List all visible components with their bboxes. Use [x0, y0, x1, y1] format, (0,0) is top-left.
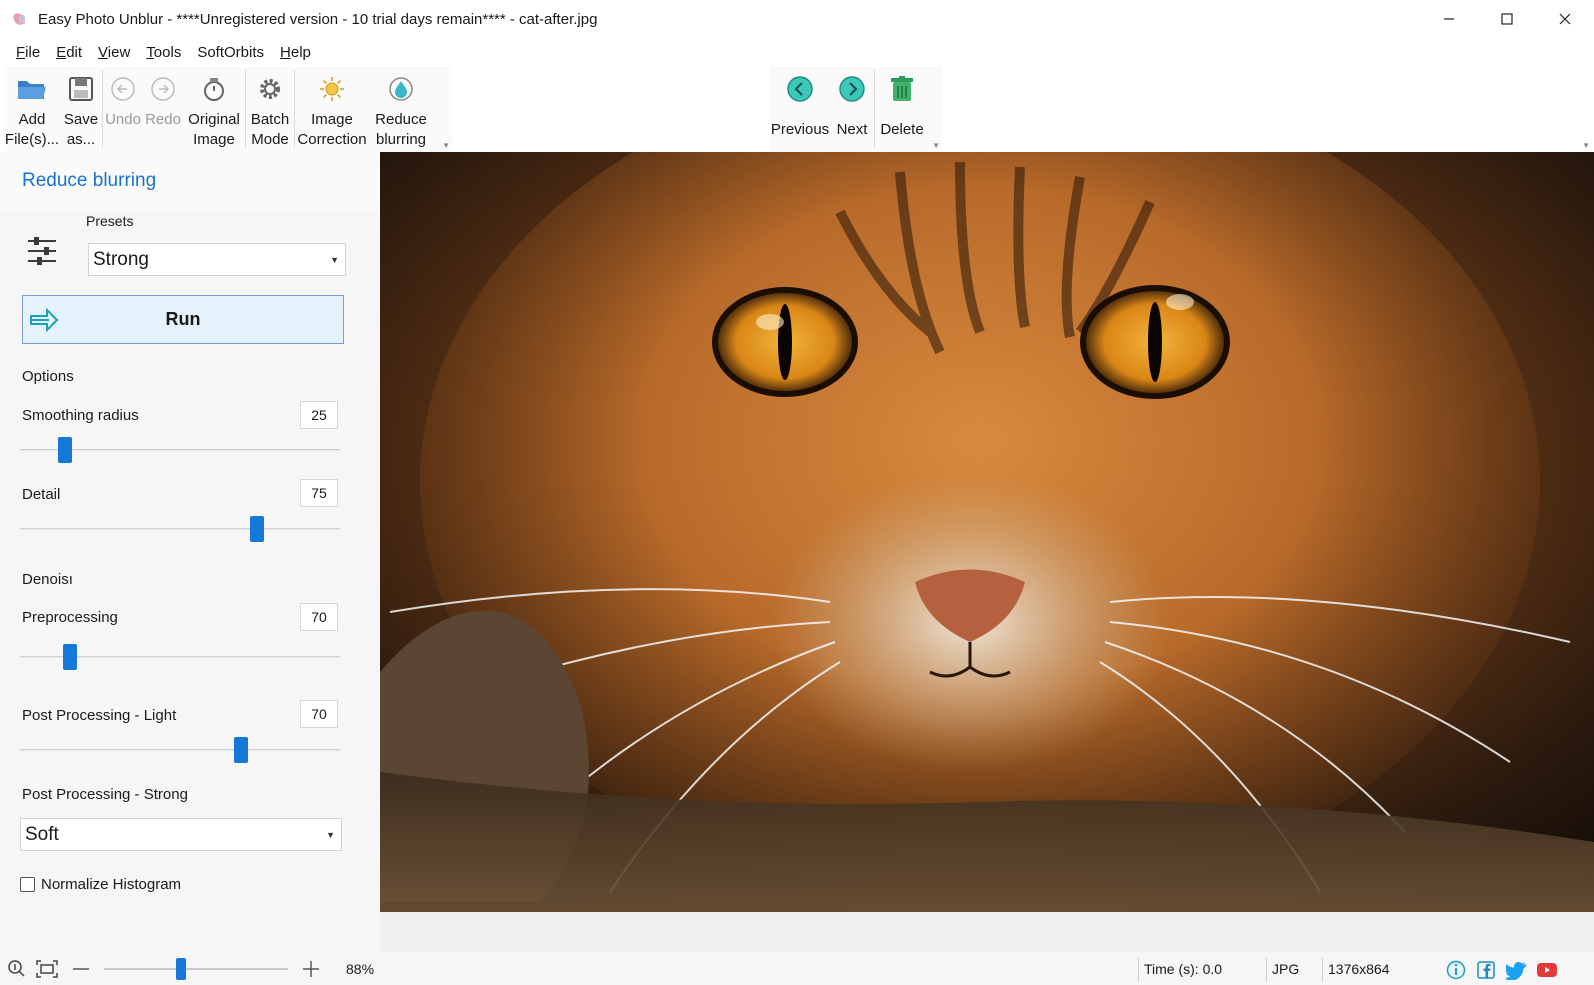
redo-arrow-icon: [146, 72, 180, 106]
preprocessing-value[interactable]: 70: [300, 603, 338, 631]
preprocessing-slider[interactable]: [20, 644, 340, 670]
post-light-value[interactable]: 70: [300, 700, 338, 728]
fit-to-screen-icon[interactable]: [36, 960, 58, 981]
menu-edit[interactable]: Edit: [48, 44, 90, 61]
sun-icon: [315, 72, 349, 106]
arrow-right-icon: [29, 307, 59, 333]
slider-thumb[interactable]: [233, 737, 248, 763]
reduce-blurring-panel: Reduce blurring Presets Strong ▼ Run Opt…: [0, 152, 380, 952]
post-light-slider[interactable]: [20, 737, 340, 763]
normalize-histogram-label[interactable]: Normalize Histogram: [41, 876, 181, 893]
menu-help[interactable]: Help: [272, 44, 319, 61]
toolbar-overflow-icon[interactable]: ▼: [442, 141, 450, 150]
image-format: JPG: [1272, 961, 1300, 977]
menu-bar: File Edit View Tools SoftOrbits Help: [0, 38, 1594, 66]
save-as-button[interactable]: Save as...: [60, 66, 102, 152]
toolbar-group-navigation: Previous Next Delete ▼: [770, 66, 942, 152]
title-bar: Easy Photo Unblur - ****Unregistered ver…: [0, 0, 1594, 38]
detail-value[interactable]: 75: [300, 479, 338, 507]
undo-arrow-icon: [106, 72, 140, 106]
detail-label: Detail: [22, 486, 61, 503]
youtube-icon[interactable]: [1536, 960, 1558, 983]
toolbar: Add File(s)... Save as... Undo Redo Orig…: [0, 66, 1594, 152]
options-label: Options: [22, 368, 74, 385]
menu-tools[interactable]: Tools: [138, 44, 189, 61]
post-strong-label: Post Processing - Strong: [22, 786, 188, 803]
delete-button[interactable]: Delete: [875, 66, 929, 152]
original-image-icon: [197, 72, 231, 106]
previous-button[interactable]: Previous: [770, 66, 830, 152]
cat-photo-graphic: [380, 152, 1594, 912]
smoothing-radius-label: Smoothing radius: [22, 407, 139, 424]
status-bar: 88% Time (s): 0.0 JPG 1376x864: [0, 952, 1594, 985]
detail-slider[interactable]: [20, 516, 340, 542]
zoom-in-icon[interactable]: [302, 960, 320, 981]
slider-thumb[interactable]: [249, 516, 264, 542]
batch-mode-button[interactable]: Batch Mode: [246, 66, 294, 152]
chevron-right-circle-icon: [835, 72, 869, 106]
next-button[interactable]: Next: [830, 66, 874, 152]
twitter-icon[interactable]: [1503, 960, 1528, 983]
facebook-icon[interactable]: [1476, 960, 1496, 983]
add-files-button[interactable]: Add File(s)...: [4, 66, 60, 152]
zoom-info-icon[interactable]: [8, 960, 26, 981]
sliders-icon: [26, 236, 58, 266]
presets-dropdown[interactable]: Strong ▼: [88, 243, 346, 276]
post-light-label: Post Processing - Light: [22, 707, 177, 724]
chevron-left-circle-icon: [783, 72, 817, 106]
window-controls: [1420, 0, 1594, 38]
denoise-label: Denoisı: [22, 571, 73, 588]
image-viewer[interactable]: [380, 152, 1594, 953]
app-window: Easy Photo Unblur - ****Unregistered ver…: [0, 0, 1594, 985]
original-image-button[interactable]: Original Image: [183, 66, 245, 152]
minimize-icon: [1444, 18, 1454, 20]
toolbar-group-main: Add File(s)... Save as... Undo Redo Orig…: [4, 66, 452, 152]
slider-thumb[interactable]: [62, 644, 77, 670]
chevron-down-icon: ▼: [326, 829, 335, 840]
zoom-slider[interactable]: [104, 968, 288, 970]
smoothing-radius-slider[interactable]: [20, 437, 340, 463]
menu-file[interactable]: File: [8, 44, 48, 61]
maximize-icon: [1501, 13, 1513, 25]
smoothing-radius-value[interactable]: 25: [300, 401, 338, 429]
menu-view[interactable]: View: [90, 44, 138, 61]
minimize-button[interactable]: [1420, 0, 1478, 38]
trash-icon: [885, 72, 919, 106]
save-disk-icon: [64, 72, 98, 106]
close-icon: [1559, 13, 1571, 25]
close-button[interactable]: [1536, 0, 1594, 38]
app-logo-icon: [12, 11, 28, 27]
cat-photo: [380, 152, 1594, 912]
panel-title: Reduce blurring: [22, 170, 157, 191]
image-dimensions: 1376x864: [1328, 961, 1390, 977]
post-strong-dropdown[interactable]: Soft ▼: [20, 818, 342, 851]
chevron-down-icon: ▼: [330, 254, 339, 265]
zoom-out-icon[interactable]: [72, 960, 90, 981]
redo-button[interactable]: Redo: [143, 66, 183, 152]
run-button[interactable]: Run: [22, 295, 344, 344]
droplet-icon: [384, 72, 418, 106]
normalize-histogram-checkbox[interactable]: [20, 877, 35, 892]
reduce-blurring-button[interactable]: Reduce blurring: [369, 66, 433, 152]
maximize-button[interactable]: [1478, 0, 1536, 38]
slider-thumb[interactable]: [57, 437, 72, 463]
gear-icon: [253, 72, 287, 106]
image-correction-button[interactable]: Image Correction: [295, 66, 369, 152]
toolbar-overflow-icon[interactable]: ▼: [1582, 141, 1590, 150]
undo-button[interactable]: Undo: [103, 66, 143, 152]
preprocessing-label: Preprocessing: [22, 609, 118, 626]
window-title: Easy Photo Unblur - ****Unregistered ver…: [38, 10, 598, 28]
open-folder-icon: [15, 72, 49, 106]
toolbar-overflow-icon[interactable]: ▼: [932, 141, 940, 150]
processing-time: Time (s): 0.0: [1144, 961, 1223, 977]
zoom-slider-thumb[interactable]: [176, 958, 187, 980]
menu-softorbits[interactable]: SoftOrbits: [189, 44, 272, 61]
presets-label: Presets: [86, 213, 134, 229]
info-icon[interactable]: [1446, 960, 1466, 983]
zoom-percent: 88%: [346, 961, 375, 977]
